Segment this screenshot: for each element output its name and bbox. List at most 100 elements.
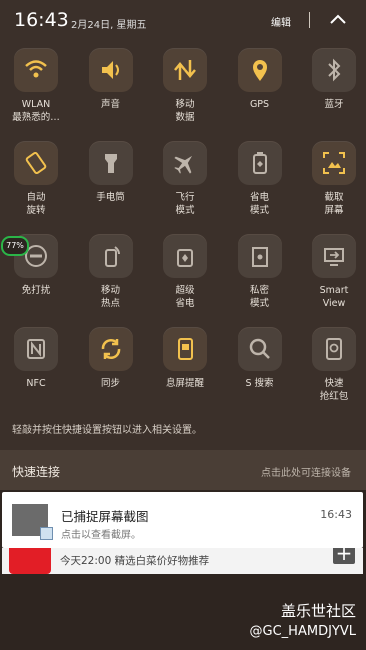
tile-volume[interactable]: 声音 [75,44,150,136]
tile-label: 息屏提醒 [165,378,204,389]
watermark-handle: @GC_HAMDJYVL [249,624,356,639]
tile-screenshot[interactable]: 截取 屏幕 [298,137,366,229]
tile-button[interactable] [237,327,282,371]
tile-button[interactable] [14,327,58,371]
notification-title: 已捕捉屏幕截图 [61,509,149,524]
tile-hotspot[interactable]: 移动 热点 [75,230,150,322]
tile-label: 自动 旋转 [26,192,46,216]
tile-label: WLAN 最熟悉的… [12,99,60,123]
tile-button[interactable] [312,327,356,371]
chevron-up-icon[interactable] [325,8,351,30]
volume-icon [101,61,119,79]
quick-settings-panel: 16:43 2月24日, 星期五 编辑 WLAN 最熟悉的… 声音 移动 数据 GPS… [0,0,366,450]
tile-button[interactable] [14,48,58,92]
mobile-data-icon [174,60,196,80]
private-mode-icon [251,247,268,267]
tile-label: 省电 模式 [249,192,269,216]
tile-label: GPS [249,99,270,110]
tile-flashlight[interactable]: 手电筒 [75,137,150,229]
tile-button[interactable] [88,327,133,371]
battery-badge: 77% [1,236,29,256]
hotspot-icon [104,246,120,267]
tile-button[interactable] [237,48,282,92]
app-icon [9,548,51,574]
always-on-display-icon [178,338,193,360]
screenshot-notification[interactable]: 已捕捉屏幕截图 点击以查看截屏。 16:43 [2,492,363,548]
tile-sync[interactable]: 同步 [75,323,150,415]
tile-button[interactable] [163,234,207,278]
location-icon [252,60,267,81]
clock: 16:43 [14,9,69,31]
notification-subtitle: 点击以查看截屏。 [61,530,141,541]
tile-always-on-display[interactable]: 息屏提醒 [149,323,224,415]
tile-button[interactable] [88,141,133,185]
promo-notification[interactable]: 今天22:00 精选白菜价好物推荐 + [2,548,363,574]
tile-label: 免打扰 [21,285,51,296]
date: 2月24日, 星期五 [71,20,147,31]
tile-rotate[interactable]: 自动 旋转 [0,137,75,229]
tile-private-mode[interactable]: 私密 模式 [224,230,299,322]
tile-label: 移动 热点 [100,285,120,309]
tile-button[interactable] [88,48,133,92]
tile-battery-saver[interactable]: 省电 模式 [224,137,299,229]
tile-label: 截取 屏幕 [324,192,344,216]
tile-bluetooth[interactable]: 蓝牙 [298,44,366,136]
red-envelope-icon [326,338,342,360]
tile-button[interactable] [237,234,282,278]
tile-button[interactable] [88,234,133,278]
tile-button[interactable] [312,48,356,92]
tile-smart-view[interactable]: Smart View [298,230,366,322]
battery-saver-icon [252,152,267,174]
airplane-icon [174,155,193,174]
tile-search[interactable]: S 搜索 [224,323,299,415]
tile-label: S 搜索 [245,378,274,389]
tile-ultra-power-saving[interactable]: 超级 省电 [149,230,224,322]
ultra-power-saving-icon [177,249,193,267]
tile-airplane[interactable]: 飞行 模式 [149,137,224,229]
tile-label: 同步 [100,378,120,389]
sync-icon [101,339,120,359]
tile-button[interactable] [163,141,207,185]
flashlight-icon [104,154,117,173]
tile-label: Smart View [319,285,349,309]
tile-button[interactable] [163,327,207,371]
tile-label: 蓝牙 [324,99,344,110]
edit-button[interactable]: 编辑 [271,14,291,29]
tile-label: 声音 [100,99,120,110]
status-bar: 16:43 2月24日, 星期五 编辑 [0,0,366,40]
tile-label: 超级 省电 [175,285,195,309]
bluetooth-icon [328,58,341,82]
tile-label: 飞行 模式 [175,192,195,216]
rotate-icon [25,151,47,175]
tile-button[interactable] [312,141,356,185]
tile-button[interactable] [312,234,356,278]
tile-mobile-data[interactable]: 移动 数据 [149,44,224,136]
tile-label: 移动 数据 [175,99,195,123]
nfc-icon [27,339,45,359]
search-icon [249,338,270,359]
tile-label: 手电筒 [96,192,125,203]
tile-wifi[interactable]: WLAN 最熟悉的… [0,44,75,136]
tile-button[interactable] [14,141,58,185]
tile-label: 快速 抢红包 [319,378,349,402]
tile-red-envelope[interactable]: 快速 抢红包 [298,323,366,415]
hint-text: 轻敲并按住快捷设置按钮以进入相关设置。 [12,425,202,436]
tile-label: 私密 模式 [249,285,269,309]
tile-button[interactable] [237,141,282,185]
tile-button[interactable] [163,48,207,92]
screenshot-icon [323,152,345,174]
quick-connect-bar[interactable]: 快速连接 点击此处可连接设备 [0,450,366,490]
divider [309,12,310,28]
smart-view-icon [324,248,344,266]
gallery-icon [40,527,53,540]
watermark-title: 盖乐世社区 [280,602,356,620]
tile-location[interactable]: GPS [224,44,299,136]
notification-time: 16:43 [320,508,352,521]
tile-nfc[interactable]: NFC [0,323,75,415]
wifi-icon [25,60,47,78]
quick-connect-hint[interactable]: 点击此处可连接设备 [261,464,351,479]
tile-label: NFC [26,378,46,389]
promo-text: 今天22:00 精选白菜价好物推荐 [60,555,210,567]
add-button[interactable]: + [333,548,355,564]
quick-connect-title: 快速连接 [12,465,61,479]
